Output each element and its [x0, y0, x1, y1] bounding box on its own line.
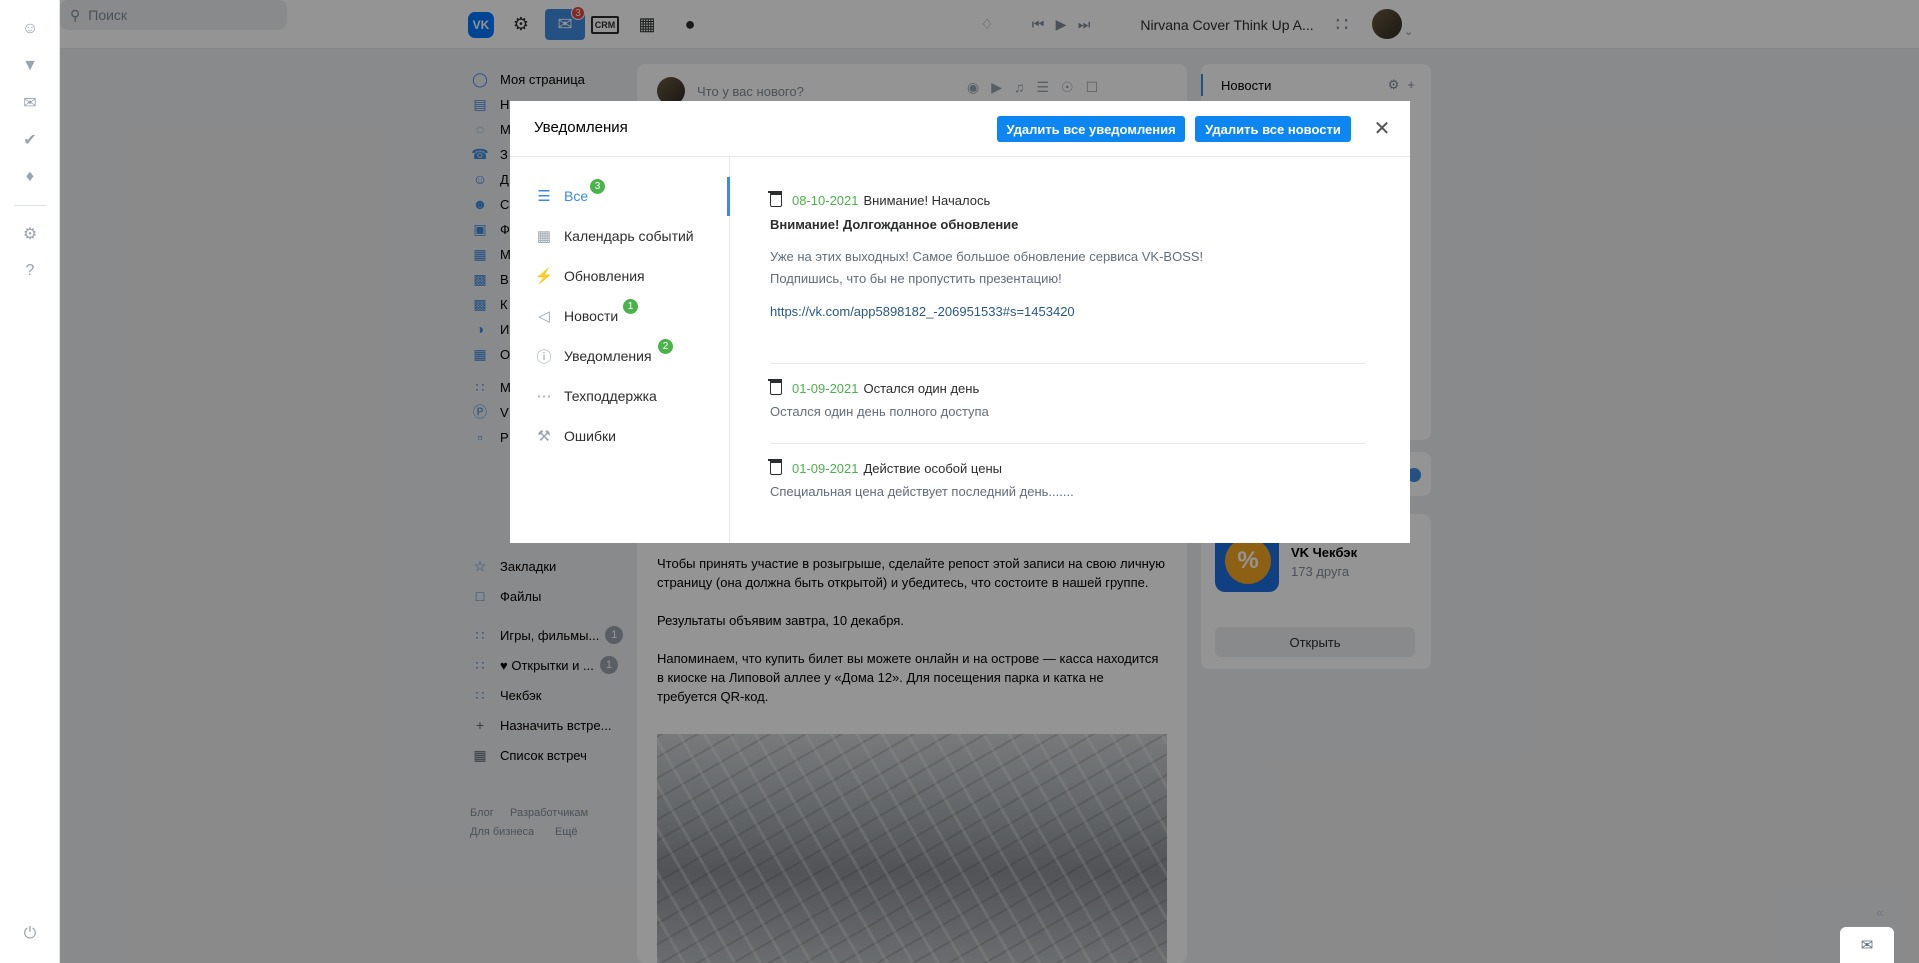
- bell-icon[interactable]: ♦: [18, 165, 42, 189]
- notification-item: 01-09-2021 Остался один день Остался оди…: [768, 379, 1366, 423]
- help-icon[interactable]: ?: [18, 259, 42, 283]
- divider: [770, 443, 1366, 444]
- notification-date: 01-09-2021: [792, 460, 859, 476]
- count-badge: 1: [623, 299, 638, 314]
- check-circle-icon[interactable]: ✔: [18, 128, 42, 152]
- trash-icon[interactable]: [768, 191, 782, 207]
- exclamation-circle-icon: ⓘ: [536, 348, 552, 366]
- mail-icon[interactable]: ✉: [18, 91, 42, 115]
- category-label: Новости: [564, 308, 619, 324]
- megaphone-icon: ◁: [538, 308, 550, 325]
- trash-icon[interactable]: [768, 459, 782, 475]
- category-label: Ошибки: [564, 428, 616, 444]
- notification-title: Действие особой цены: [863, 460, 1002, 476]
- notification-body: Остался один день полного доступа: [770, 404, 989, 419]
- notification-body: Специальная цена действует последний ден…: [770, 484, 1074, 499]
- trash-icon[interactable]: [768, 379, 782, 395]
- category-news[interactable]: ◁ Новости 1: [534, 299, 638, 331]
- notification-body: Уже на этих выходных! Самое большое обно…: [770, 249, 1204, 264]
- active-indicator: [727, 177, 730, 216]
- category-all[interactable]: ☰ Все 3: [534, 179, 605, 211]
- notification-link[interactable]: https://vk.com/app5898182_-206951533#s=1…: [770, 304, 1366, 319]
- chat-dots-icon: ⋯: [536, 388, 552, 405]
- category-label: Техподдержка: [564, 388, 657, 404]
- filter-icon[interactable]: ▼: [18, 54, 42, 78]
- wrench-icon: ⚒: [537, 428, 551, 445]
- category-updates[interactable]: ⚡ Обновления: [534, 261, 645, 291]
- category-label: Календарь событий: [564, 228, 694, 244]
- delete-all-notifications-button[interactable]: Удалить все уведомления: [997, 116, 1185, 142]
- divider: [14, 205, 46, 206]
- chat-icon[interactable]: ✉: [1840, 927, 1894, 963]
- close-icon[interactable]: ✕: [1372, 118, 1392, 140]
- category-label: Уведомления: [564, 348, 652, 364]
- notification-date: 01-09-2021: [792, 380, 859, 396]
- notification-item: 01-09-2021 Действие особой цены Специаль…: [768, 459, 1366, 503]
- category-list: ☰ Все 3 ▦ Календарь событий ⚡ Обновления…: [510, 157, 730, 543]
- notifications-modal: Уведомления Удалить все уведомления Удал…: [510, 101, 1410, 543]
- gear-icon[interactable]: ⚙: [18, 222, 42, 246]
- notification-item: 08-10-2021 Внимание! Началось Внимание! …: [768, 191, 1366, 319]
- notification-date: 08-10-2021: [792, 192, 859, 208]
- notification-subtitle: Внимание! Долгожданное обновление: [770, 217, 1019, 232]
- count-badge: 3: [590, 179, 605, 194]
- delete-all-news-button[interactable]: Удалить все новости: [1195, 116, 1351, 142]
- extension-sidebar: ☺ ▼ ✉ ✔ ♦ ⚙ ? ⏻: [0, 0, 60, 963]
- people-icon[interactable]: ☺: [18, 17, 42, 41]
- calendar-icon: ▦: [536, 228, 552, 245]
- category-errors[interactable]: ⚒ Ошибки: [534, 421, 616, 451]
- category-notifications[interactable]: ⓘ Уведомления 2: [534, 339, 673, 371]
- modal-title: Уведомления: [534, 119, 628, 136]
- divider: [770, 363, 1366, 364]
- notification-title: Остался один день: [863, 380, 980, 396]
- category-calendar[interactable]: ▦ Календарь событий: [534, 221, 694, 251]
- category-support[interactable]: ⋯ Техподдержка: [534, 381, 657, 411]
- lightning-icon: ⚡: [534, 268, 554, 285]
- power-icon[interactable]: ⏻: [18, 922, 42, 946]
- category-label: Обновления: [564, 268, 645, 284]
- notification-title: Внимание! Началось: [863, 192, 991, 208]
- collapse-icon[interactable]: «: [1876, 904, 1884, 920]
- notification-body: Подпишись, что бы не пропустить презента…: [770, 271, 1062, 286]
- list-icon: ☰: [537, 188, 551, 205]
- count-badge: 2: [658, 339, 673, 354]
- category-label: Все: [564, 188, 589, 204]
- modal-header: Уведомления Удалить все уведомления Удал…: [510, 101, 1410, 157]
